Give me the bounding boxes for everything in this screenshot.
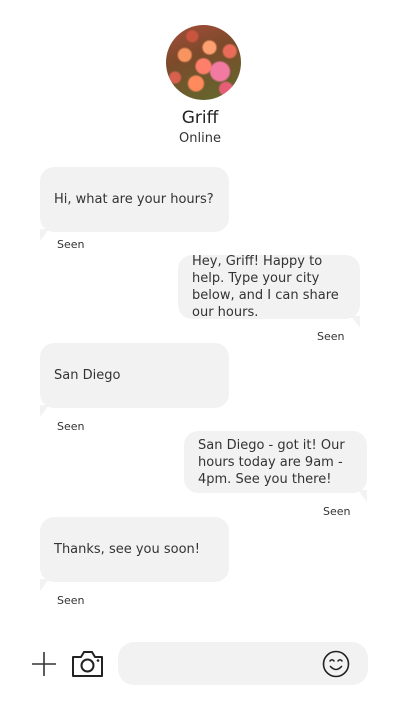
message-text: San Diego - got it! Our hours today are … <box>198 437 345 487</box>
seen-receipt: Seen <box>57 420 85 433</box>
message-bubble-incoming[interactable]: San Diego <box>40 343 229 417</box>
message-text: Thanks, see you soon! <box>54 542 201 557</box>
smiley-icon[interactable] <box>322 650 350 678</box>
contact-name: Griff <box>181 108 219 128</box>
camera-icon[interactable] <box>71 649 104 679</box>
message-text: San Diego <box>54 368 121 383</box>
message-text: Hi, what are your hours? <box>54 192 214 207</box>
contact-status: Online <box>179 131 221 146</box>
message-bubble-incoming[interactable]: Hi, what are your hours? <box>40 167 229 241</box>
message-bubble-outgoing[interactable]: San Diego - got it! Our hours today are … <box>184 431 367 502</box>
message-bubble-incoming[interactable]: Thanks, see you soon! <box>40 517 229 591</box>
seen-receipt: Seen <box>57 594 85 607</box>
contact-avatar[interactable] <box>166 25 241 100</box>
seen-receipt: Seen <box>57 238 85 251</box>
plus-icon[interactable] <box>31 651 57 677</box>
message-bubble-outgoing[interactable]: Hey, Griff! Happy to help. Type your cit… <box>178 254 360 328</box>
message-text: Hey, Griff! Happy to help. Type your cit… <box>192 254 339 320</box>
seen-receipt: Seen <box>323 505 351 518</box>
seen-receipt: Seen <box>317 330 345 343</box>
